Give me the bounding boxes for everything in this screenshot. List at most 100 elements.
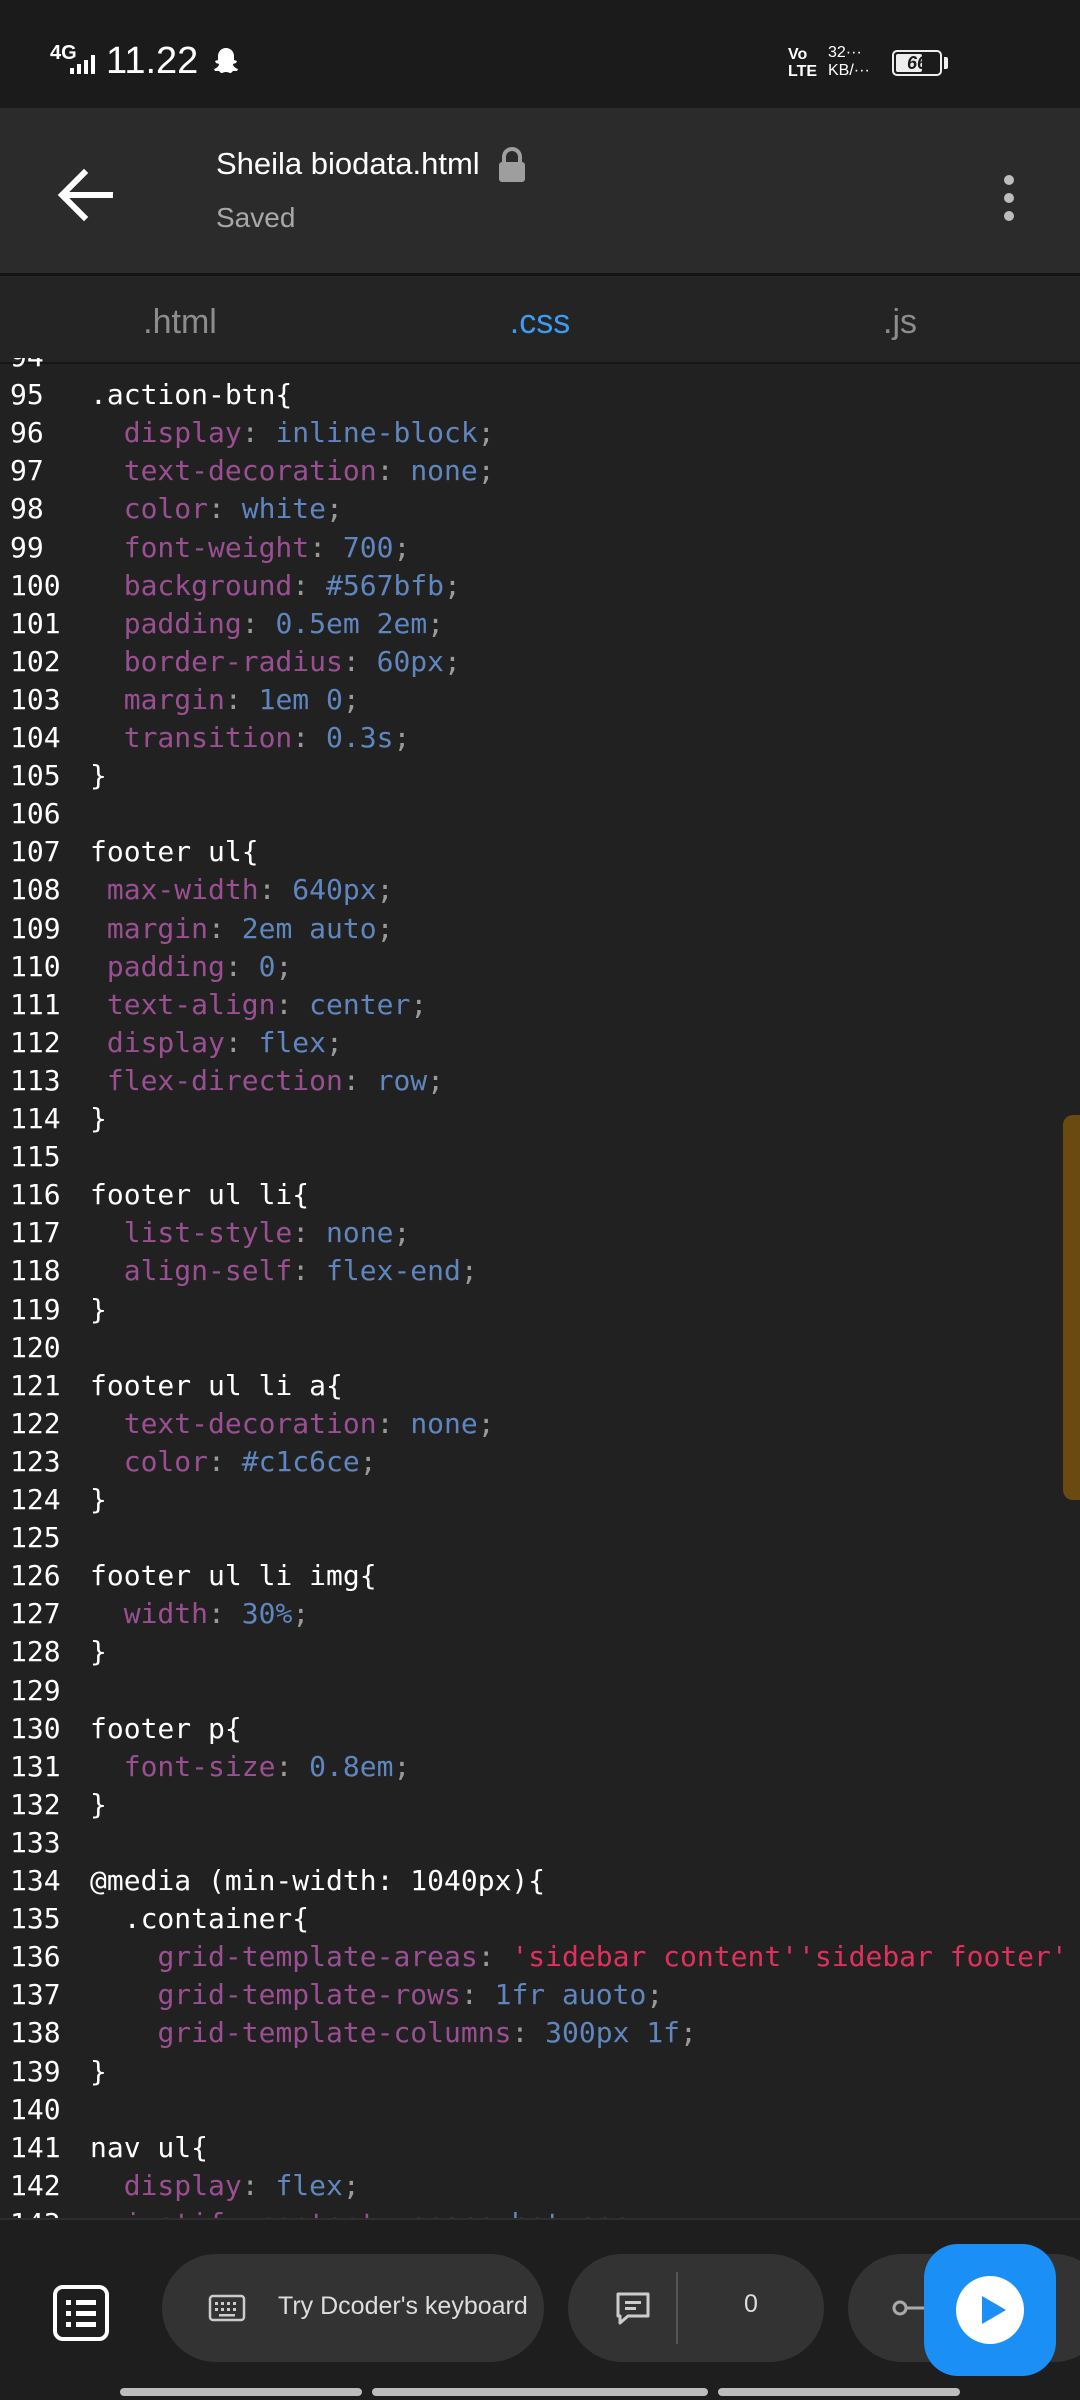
code-text: .action-btn{ [90,376,292,414]
volte-indicator: Vo LTE [788,46,817,80]
data-speed: 32··· KB/··· [828,44,870,80]
code-token: : [292,1254,327,1288]
code-token: list-style [123,1216,293,1250]
gesture-bar[interactable] [120,2388,960,2396]
tab-css[interactable]: .css [360,276,720,362]
code-token: ; [326,492,343,526]
more-vert-icon[interactable] [990,168,1028,228]
files-list-icon[interactable] [52,2284,110,2342]
code-text: } [90,1786,107,1824]
code-text: margin: 1em 0; [90,681,360,719]
code-token: 640px [292,873,377,907]
code-text: footer ul li a{ [90,1367,343,1405]
code-text: align-self: flex-end; [90,1252,478,1290]
code-token: : [208,1444,242,1478]
code-text: color: white; [90,490,343,528]
back-arrow-icon[interactable] [50,160,120,230]
code-token: flex [258,1025,327,1059]
line-number: 129 [10,1673,61,1707]
line-number: 128 [10,1635,61,1669]
code-text: @media (min-width: 1040px){ [90,1862,545,1900]
code-token: justify-content [124,2207,377,2218]
tab-js[interactable]: .js [720,276,1080,362]
code-text: } [90,1291,107,1329]
code-token: .action-btn{ [90,378,293,412]
code-token: : [377,2207,411,2218]
line-number: 108 [10,873,61,907]
code-text: padding: 0.5em 2em; [90,605,444,643]
line-number: 119 [10,1292,61,1326]
code-token: grid-template-rows [157,1978,461,2012]
code-token: } [90,1787,107,1821]
code-token: display [123,2168,242,2202]
code-editor[interactable]: 94 95 .action-btn{96 display: inline-block… [0,358,1080,2218]
line-number: 131 [10,1749,61,1783]
code-token: max-width [106,873,259,907]
code-token: ; [292,1597,310,1631]
code-token: : [208,492,242,526]
code-token: ; [393,1216,411,1250]
line-number: 107 [10,835,61,869]
gesture-bar-left[interactable] [120,2388,362,2396]
code-text: .container{ [90,1900,309,1938]
code-token: margin [123,682,225,716]
code-token: ; [376,873,394,907]
code-token: ; [342,682,360,716]
code-text: } [90,1481,107,1519]
code-text: width: 30%; [90,1595,309,1633]
code-token: 0.5em 2em [275,606,428,640]
gesture-bar-right[interactable] [718,2388,960,2396]
line-number: 142 [10,2168,61,2202]
editor-scrollbar[interactable] [1063,1115,1080,1500]
run-play-icon [956,2276,1024,2344]
code-token: flex-direction [106,1063,343,1097]
line-number: 109 [10,911,61,945]
code-token: font-weight [123,530,310,564]
code-token: space-between [410,2207,629,2218]
comments-button[interactable]: 0 [568,2254,824,2362]
dcoder-keyboard-button[interactable]: Try Dcoder's keyboard [162,2254,544,2362]
code-token: text-decoration [123,454,377,488]
code-token: display [106,1025,225,1059]
code-token: grid-template-areas [157,1940,478,1974]
line-number: 143 [10,2205,61,2218]
line-number: 141 [10,2130,61,2164]
code-token: : [477,1940,512,1974]
code-token: white [241,492,327,526]
line-number: 112 [10,1025,61,1059]
code-token: : [275,987,310,1021]
code-token: background [123,568,293,602]
run-button[interactable] [924,2244,1056,2376]
code-token: footer ul li img{ [90,1559,377,1593]
line-number: 130 [10,1711,61,1745]
line-number: 106 [10,797,61,831]
line-number: 113 [10,1063,61,1097]
code-token: footer p{ [90,1711,242,1745]
code-token: : [241,2168,276,2202]
code-token: 0.8em [309,1749,394,1783]
code-token: ; [393,721,411,754]
code-text: border-radius: 60px; [90,643,461,681]
tab-html[interactable]: .html [0,276,360,362]
code-token: ; [275,949,293,983]
code-token: : [258,873,293,907]
code-token: ; [629,2207,646,2218]
code-token: margin [106,911,209,945]
line-number: 94 [10,358,44,376]
line-number: 121 [10,1368,61,1402]
line-number: 123 [10,1444,61,1478]
gesture-bar-center[interactable] [372,2388,708,2396]
code-token: none [410,454,478,488]
code-token: ; [427,606,445,640]
code-token: : [342,644,377,678]
comment-count: 0 [744,2290,758,2318]
code-token: font-size [123,1749,276,1783]
line-number: 105 [10,759,61,793]
code-token: : [208,1597,242,1631]
